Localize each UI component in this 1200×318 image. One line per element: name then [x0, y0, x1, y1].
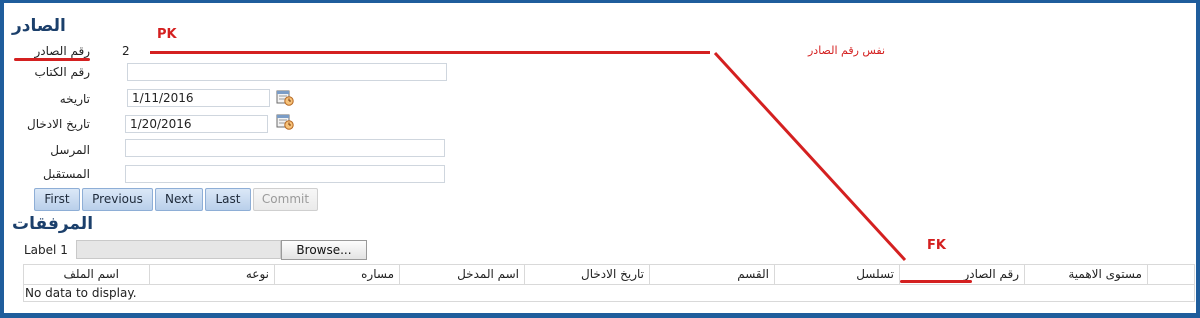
annotation-connector-line [713, 51, 907, 262]
file-path-field[interactable] [76, 240, 281, 259]
outgoing-number-value: 2 [122, 44, 130, 58]
entry-date-label: تاريخ الادخال [26, 117, 90, 131]
file-label: Label 1 [24, 243, 68, 257]
first-button[interactable]: First [34, 188, 80, 211]
calendar-icon[interactable] [276, 88, 294, 106]
pk-annotation: PK [157, 27, 177, 42]
commit-button: Commit [253, 188, 318, 211]
outgoing-section-title: الصادر [12, 16, 66, 36]
sender-field[interactable] [125, 139, 445, 157]
pk-annotation-line [150, 51, 710, 54]
pk-underline [14, 58, 90, 61]
outgoing-number-label: رقم الصادر [34, 44, 90, 58]
date-label: تاريخه [59, 92, 90, 106]
column-header-entry-date[interactable]: تاريخ الادخال [524, 265, 649, 284]
previous-button[interactable]: Previous [82, 188, 153, 211]
next-button[interactable]: Next [155, 188, 203, 211]
column-header-file-name[interactable]: اسم الملف [24, 265, 124, 284]
column-header-importance[interactable]: مستوى الاهمية [1024, 265, 1147, 284]
book-number-field[interactable] [127, 63, 447, 81]
column-header-path[interactable]: مساره [274, 265, 399, 284]
entry-date-field[interactable] [125, 115, 268, 133]
window-frame-left [0, 0, 4, 318]
window-frame-right [1196, 0, 1200, 318]
fk-underline [900, 280, 972, 283]
window-frame-top [0, 0, 1200, 3]
receiver-label: المستقبل [42, 167, 90, 181]
column-header-type[interactable]: نوعه [149, 265, 274, 284]
book-number-label: رقم الكتاب [34, 65, 90, 79]
window-frame-bottom [0, 313, 1200, 318]
date-field[interactable] [127, 89, 270, 107]
table-header: اسم الملف نوعه مساره اسم المدخل تاريخ ال… [24, 265, 1194, 285]
attachments-table: اسم الملف نوعه مساره اسم المدخل تاريخ ال… [23, 264, 1195, 302]
receiver-field[interactable] [125, 165, 445, 183]
column-header-filler [1147, 265, 1194, 284]
browse-button[interactable]: Browse... [281, 240, 367, 260]
attachments-section-title: المرفقات [12, 214, 94, 234]
last-button[interactable]: Last [205, 188, 251, 211]
calendar-icon[interactable] [276, 112, 294, 130]
sender-label: المرسل [50, 143, 90, 157]
empty-table-message: No data to display. [25, 286, 137, 300]
column-header-entered-by[interactable]: اسم المدخل [399, 265, 524, 284]
